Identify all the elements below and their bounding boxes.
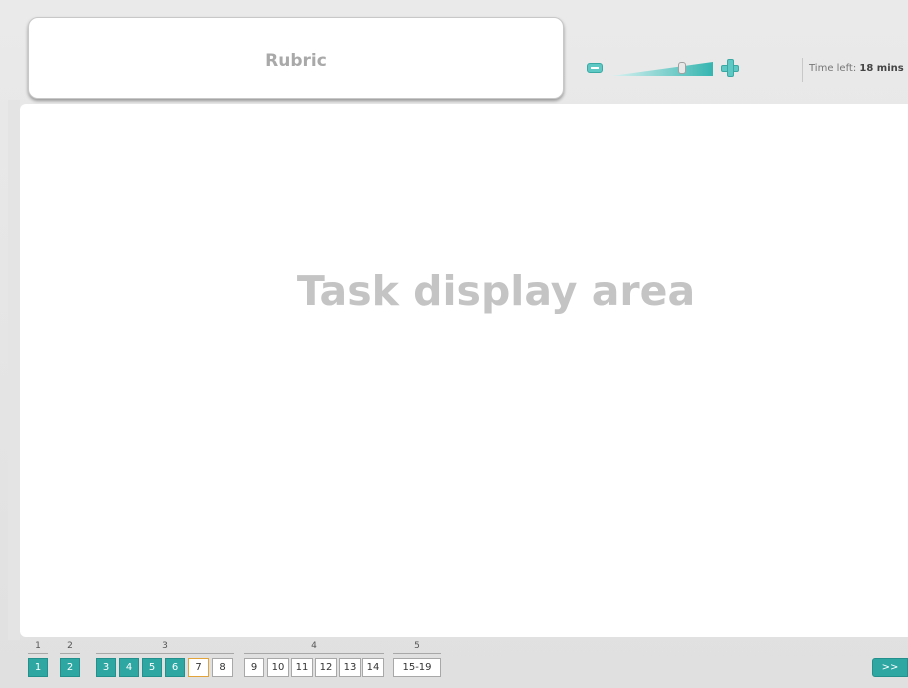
group-label-2: 2 xyxy=(67,641,73,651)
question-button-4[interactable]: 4 xyxy=(119,658,139,677)
header-divider xyxy=(802,58,803,82)
rubric-label: Rubric xyxy=(265,51,327,71)
zoom-out-icon[interactable] xyxy=(587,63,603,73)
time-left-value: 18 mins xyxy=(859,63,904,74)
group-underline-5 xyxy=(393,653,441,654)
group-label-5: 5 xyxy=(414,641,420,651)
left-edge xyxy=(8,100,20,640)
question-button-13[interactable]: 13 xyxy=(339,658,361,677)
question-button-5[interactable]: 5 xyxy=(142,658,162,677)
group-label-1: 1 xyxy=(35,641,41,651)
question-button-7[interactable]: 7 xyxy=(188,658,209,677)
group-underline-4 xyxy=(244,653,384,654)
question-button-6[interactable]: 6 xyxy=(165,658,185,677)
question-button-8[interactable]: 8 xyxy=(212,658,233,677)
time-left: Time left: 18 mins xyxy=(809,63,904,74)
time-left-label: Time left: xyxy=(809,63,857,74)
zoom-slider-track[interactable] xyxy=(611,62,713,76)
group-underline-3 xyxy=(96,653,234,654)
task-display-area[interactable]: Task display area xyxy=(20,104,908,637)
group-underline-1 xyxy=(28,653,48,654)
question-button-11[interactable]: 11 xyxy=(291,658,313,677)
question-button-3[interactable]: 3 xyxy=(96,658,116,677)
group-underline-2 xyxy=(60,653,80,654)
group-label-4: 4 xyxy=(311,641,317,651)
question-button-12[interactable]: 12 xyxy=(315,658,337,677)
next-button[interactable]: >> xyxy=(872,658,908,677)
zoom-slider-thumb[interactable] xyxy=(678,62,687,74)
question-button-9[interactable]: 9 xyxy=(244,658,264,677)
question-button-10[interactable]: 10 xyxy=(267,658,289,677)
group-label-3: 3 xyxy=(162,641,168,651)
task-display-placeholder: Task display area xyxy=(296,267,696,315)
rubric-tab[interactable]: Rubric xyxy=(28,17,564,99)
zoom-control[interactable] xyxy=(587,58,742,80)
question-button-15-19[interactable]: 15-19 xyxy=(393,658,441,677)
question-button-2[interactable]: 2 xyxy=(60,658,80,677)
zoom-in-icon[interactable] xyxy=(721,59,739,77)
question-button-14[interactable]: 14 xyxy=(362,658,384,677)
question-button-1[interactable]: 1 xyxy=(28,658,48,677)
